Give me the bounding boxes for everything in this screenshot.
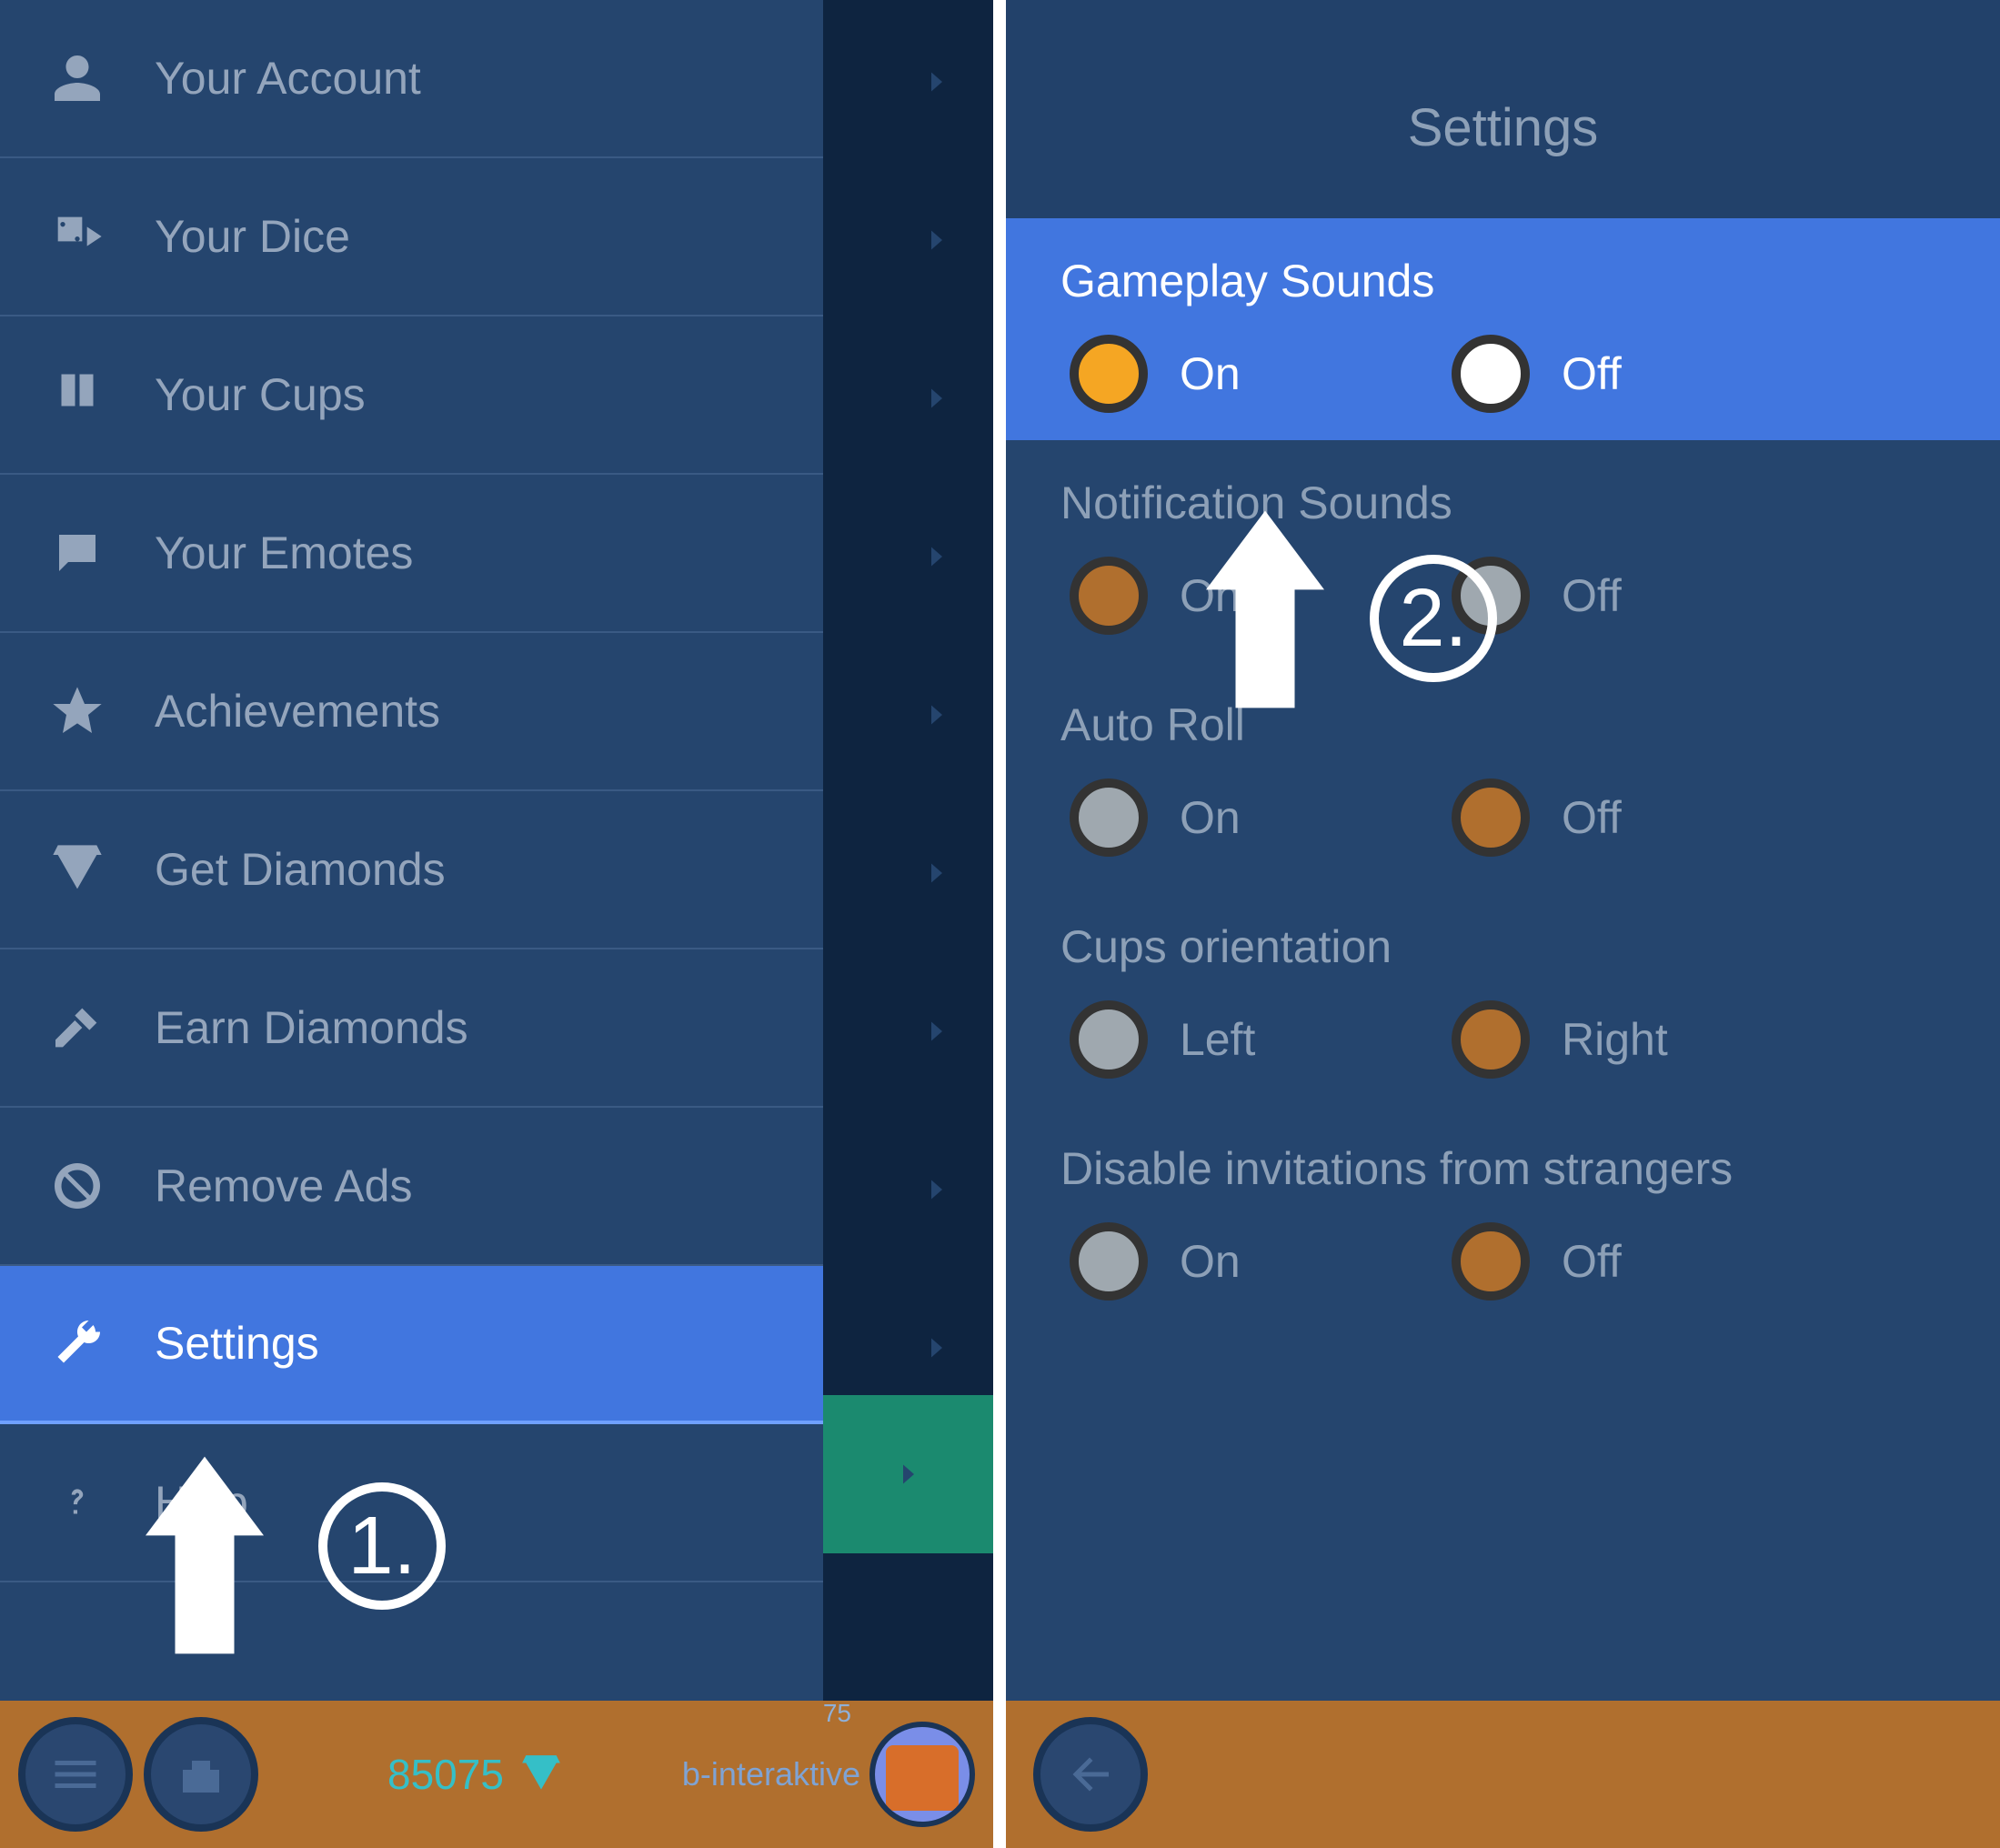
radio-off[interactable]: Off: [1452, 1222, 1724, 1301]
username: b-interaktive: [682, 1755, 860, 1793]
chevron-icon: [919, 538, 955, 575]
wrench-icon: [36, 1316, 118, 1371]
radio-icon: [1070, 1222, 1148, 1301]
star-icon: [36, 682, 118, 740]
setting-cups-orientation: Cups orientation Left Right: [1006, 884, 2000, 1106]
menu-label: Achievements: [155, 685, 440, 738]
menu-item-earn-diamonds[interactable]: Earn Diamonds: [0, 949, 823, 1108]
setting-disable-invitations: Disable invitations from strangers On Of…: [1006, 1106, 2000, 1328]
menu-label: Your Cups: [155, 368, 366, 421]
chevron-icon: [919, 1013, 955, 1050]
setting-gameplay-sounds: Gameplay Sounds On Off: [1006, 218, 2000, 440]
radio-left[interactable]: Left: [1070, 1000, 1342, 1079]
bottom-bar: 85075 75 b-interaktive: [0, 1701, 993, 1848]
annotation-number: 2.: [1370, 555, 1497, 682]
radio-label: Left: [1180, 1013, 1255, 1066]
annotation-text: 2.: [1399, 572, 1467, 666]
radio-off[interactable]: Off: [1452, 778, 1724, 857]
background-dim: [823, 0, 993, 1701]
person-icon: [36, 51, 118, 105]
chevron-icon: [919, 697, 955, 733]
annotation-text: 1.: [347, 1500, 416, 1593]
chevron-icon: [919, 380, 955, 417]
setting-title: Gameplay Sounds: [1060, 255, 1945, 307]
menu-item-settings[interactable]: Settings: [0, 1266, 823, 1424]
question-icon: [36, 1471, 118, 1534]
menu-item-account[interactable]: Your Account: [0, 0, 823, 158]
chevron-icon: [823, 1395, 993, 1553]
screen-settings: Settings Gameplay Sounds On Off Notifica…: [1006, 0, 2000, 1848]
annotation-arrow-icon: [146, 1455, 255, 1660]
menu-item-remove-ads[interactable]: Remove Ads: [0, 1108, 823, 1266]
chevron-icon: [919, 222, 955, 258]
page-title: Settings: [1006, 0, 2000, 218]
hammer-icon: [36, 999, 118, 1057]
radio-label: Right: [1562, 1013, 1668, 1066]
setting-title: Notification Sounds: [1060, 477, 1945, 529]
menu-label: Earn Diamonds: [155, 1001, 468, 1054]
ban-icon: [36, 1159, 118, 1213]
dice-icon: [36, 207, 118, 266]
menu-panel: Your Account Your Dice Your Cups Your Em…: [0, 0, 823, 1701]
radio-right[interactable]: Right: [1452, 1000, 1724, 1079]
radio-icon: [1452, 1222, 1530, 1301]
radio-icon: [1452, 335, 1530, 413]
screen-menu: Your Account Your Dice Your Cups Your Em…: [0, 0, 993, 1848]
setting-notification-sounds: Notification Sounds On Off: [1006, 440, 2000, 662]
radio-on[interactable]: On: [1070, 335, 1342, 413]
radio-label: Off: [1562, 791, 1622, 844]
cups-icon: [36, 367, 118, 422]
annotation-number: 1.: [318, 1482, 446, 1610]
radio-label: Off: [1562, 1235, 1622, 1288]
radio-icon: [1452, 1000, 1530, 1079]
radio-icon: [1070, 335, 1148, 413]
user-level: 75: [823, 1699, 851, 1728]
radio-label: On: [1180, 791, 1241, 844]
settings-body: Gameplay Sounds On Off Notification Soun…: [1006, 218, 2000, 1328]
radio-label: On: [1180, 347, 1241, 400]
diamond-icon: [518, 1752, 564, 1797]
menu-label: Settings: [155, 1317, 319, 1370]
chevron-icon: [919, 1171, 955, 1208]
menu-label: Your Emotes: [155, 527, 413, 579]
avatar[interactable]: [869, 1722, 975, 1827]
setting-title: Disable invitations from strangers: [1060, 1142, 1945, 1195]
user-profile[interactable]: 75 b-interaktive: [682, 1755, 860, 1793]
menu-label: Get Diamonds: [155, 843, 446, 896]
menu-label: Your Dice: [155, 210, 350, 263]
radio-icon: [1070, 1000, 1148, 1079]
menu-label: Remove Ads: [155, 1160, 412, 1212]
diamond-icon: [36, 840, 118, 899]
menu-item-achievements[interactable]: Achievements: [0, 633, 823, 791]
diamonds-display[interactable]: 85075: [387, 1750, 564, 1799]
emotes-icon: [36, 526, 118, 580]
back-button[interactable]: [1033, 1717, 1148, 1832]
menu-item-cups[interactable]: Your Cups: [0, 316, 823, 475]
diamonds-count: 85075: [387, 1750, 504, 1799]
chevron-icon: [919, 1330, 955, 1366]
radio-on[interactable]: On: [1070, 1222, 1342, 1301]
bottom-bar: [1006, 1701, 2000, 1848]
radio-icon: [1452, 778, 1530, 857]
radio-off[interactable]: Off: [1452, 335, 1724, 413]
chevron-icon: [919, 855, 955, 891]
header-text: Settings: [1408, 97, 1599, 158]
radio-icon: [1070, 557, 1148, 635]
menu-item-emotes[interactable]: Your Emotes: [0, 475, 823, 633]
menu-button[interactable]: [18, 1717, 133, 1832]
radio-icon: [1070, 778, 1148, 857]
radio-on[interactable]: On: [1070, 778, 1342, 857]
setting-title: Cups orientation: [1060, 920, 1945, 973]
radio-label: Off: [1562, 569, 1622, 622]
annotation-arrow-icon: [1206, 509, 1315, 714]
radio-label: On: [1180, 1235, 1241, 1288]
setting-title: Auto Roll: [1060, 698, 1945, 751]
menu-label: Your Account: [155, 52, 421, 105]
chevron-icon: [919, 64, 955, 100]
radio-label: Off: [1562, 347, 1622, 400]
home-button[interactable]: [144, 1717, 258, 1832]
setting-auto-roll: Auto Roll On Off: [1006, 662, 2000, 884]
menu-item-get-diamonds[interactable]: Get Diamonds: [0, 791, 823, 949]
menu-item-dice[interactable]: Your Dice: [0, 158, 823, 316]
